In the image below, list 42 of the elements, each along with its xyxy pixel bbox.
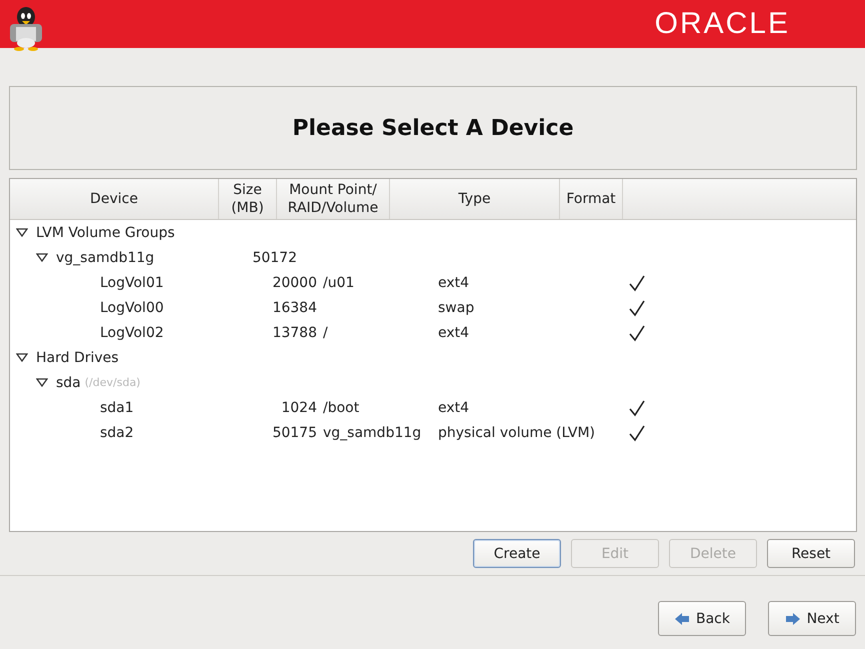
device-name[interactable]: LogVol01 xyxy=(100,274,164,290)
expander-icon[interactable] xyxy=(16,352,28,362)
mount-cell: vg_samdb11g xyxy=(323,424,422,440)
left-arrow-icon xyxy=(674,612,690,626)
action-button[interactable]: Create xyxy=(473,539,561,568)
back-button[interactable]: Back xyxy=(658,601,746,636)
device-name[interactable]: sda2 xyxy=(100,424,134,440)
device-name[interactable]: LogVol00 xyxy=(100,300,164,316)
size-cell: 50172 xyxy=(252,250,297,266)
device-name[interactable]: Hard Drives xyxy=(36,350,119,366)
column-header[interactable]: Mount Point/ RAID/Volume xyxy=(277,179,390,219)
column-header[interactable]: Device xyxy=(10,179,219,219)
expander-icon[interactable] xyxy=(36,378,48,388)
type-cell: physical volume (LVM) xyxy=(438,424,596,440)
type-cell: ext4 xyxy=(438,274,470,290)
size-cell: 50175 xyxy=(272,424,317,440)
type-cell: swap xyxy=(438,300,474,316)
column-header[interactable]: Type xyxy=(390,179,560,219)
type-cell: ext4 xyxy=(438,400,470,416)
size-cell: 1024 xyxy=(281,400,317,416)
expander-icon[interactable] xyxy=(36,252,48,262)
right-arrow-icon xyxy=(784,612,801,626)
device-path: (/dev/sda) xyxy=(84,376,140,389)
brand-logo: ORACLE xyxy=(654,7,790,41)
column-header[interactable]: Format xyxy=(560,179,623,219)
action-button[interactable]: Reset xyxy=(767,539,855,568)
type-cell: ext4 xyxy=(438,324,470,340)
next-button[interactable]: Next xyxy=(768,601,856,636)
mount-cell: / xyxy=(323,324,328,340)
size-cell: 20000 xyxy=(272,274,317,290)
expander-icon[interactable] xyxy=(16,228,28,238)
device-name[interactable]: sda1 xyxy=(100,400,134,416)
mount-cell: /boot xyxy=(323,400,360,416)
size-cell: 13788 xyxy=(272,324,317,340)
page-title: Please Select A Device xyxy=(292,116,574,140)
device-name[interactable]: vg_samdb11g xyxy=(56,250,154,266)
mount-cell: /u01 xyxy=(323,274,354,290)
device-name[interactable]: LogVol02 xyxy=(100,324,164,340)
size-cell: 16384 xyxy=(272,300,317,316)
column-header[interactable]: Size (MB) xyxy=(219,179,277,219)
device-name[interactable]: sda xyxy=(56,374,81,390)
device-name[interactable]: LVM Volume Groups xyxy=(36,224,175,240)
